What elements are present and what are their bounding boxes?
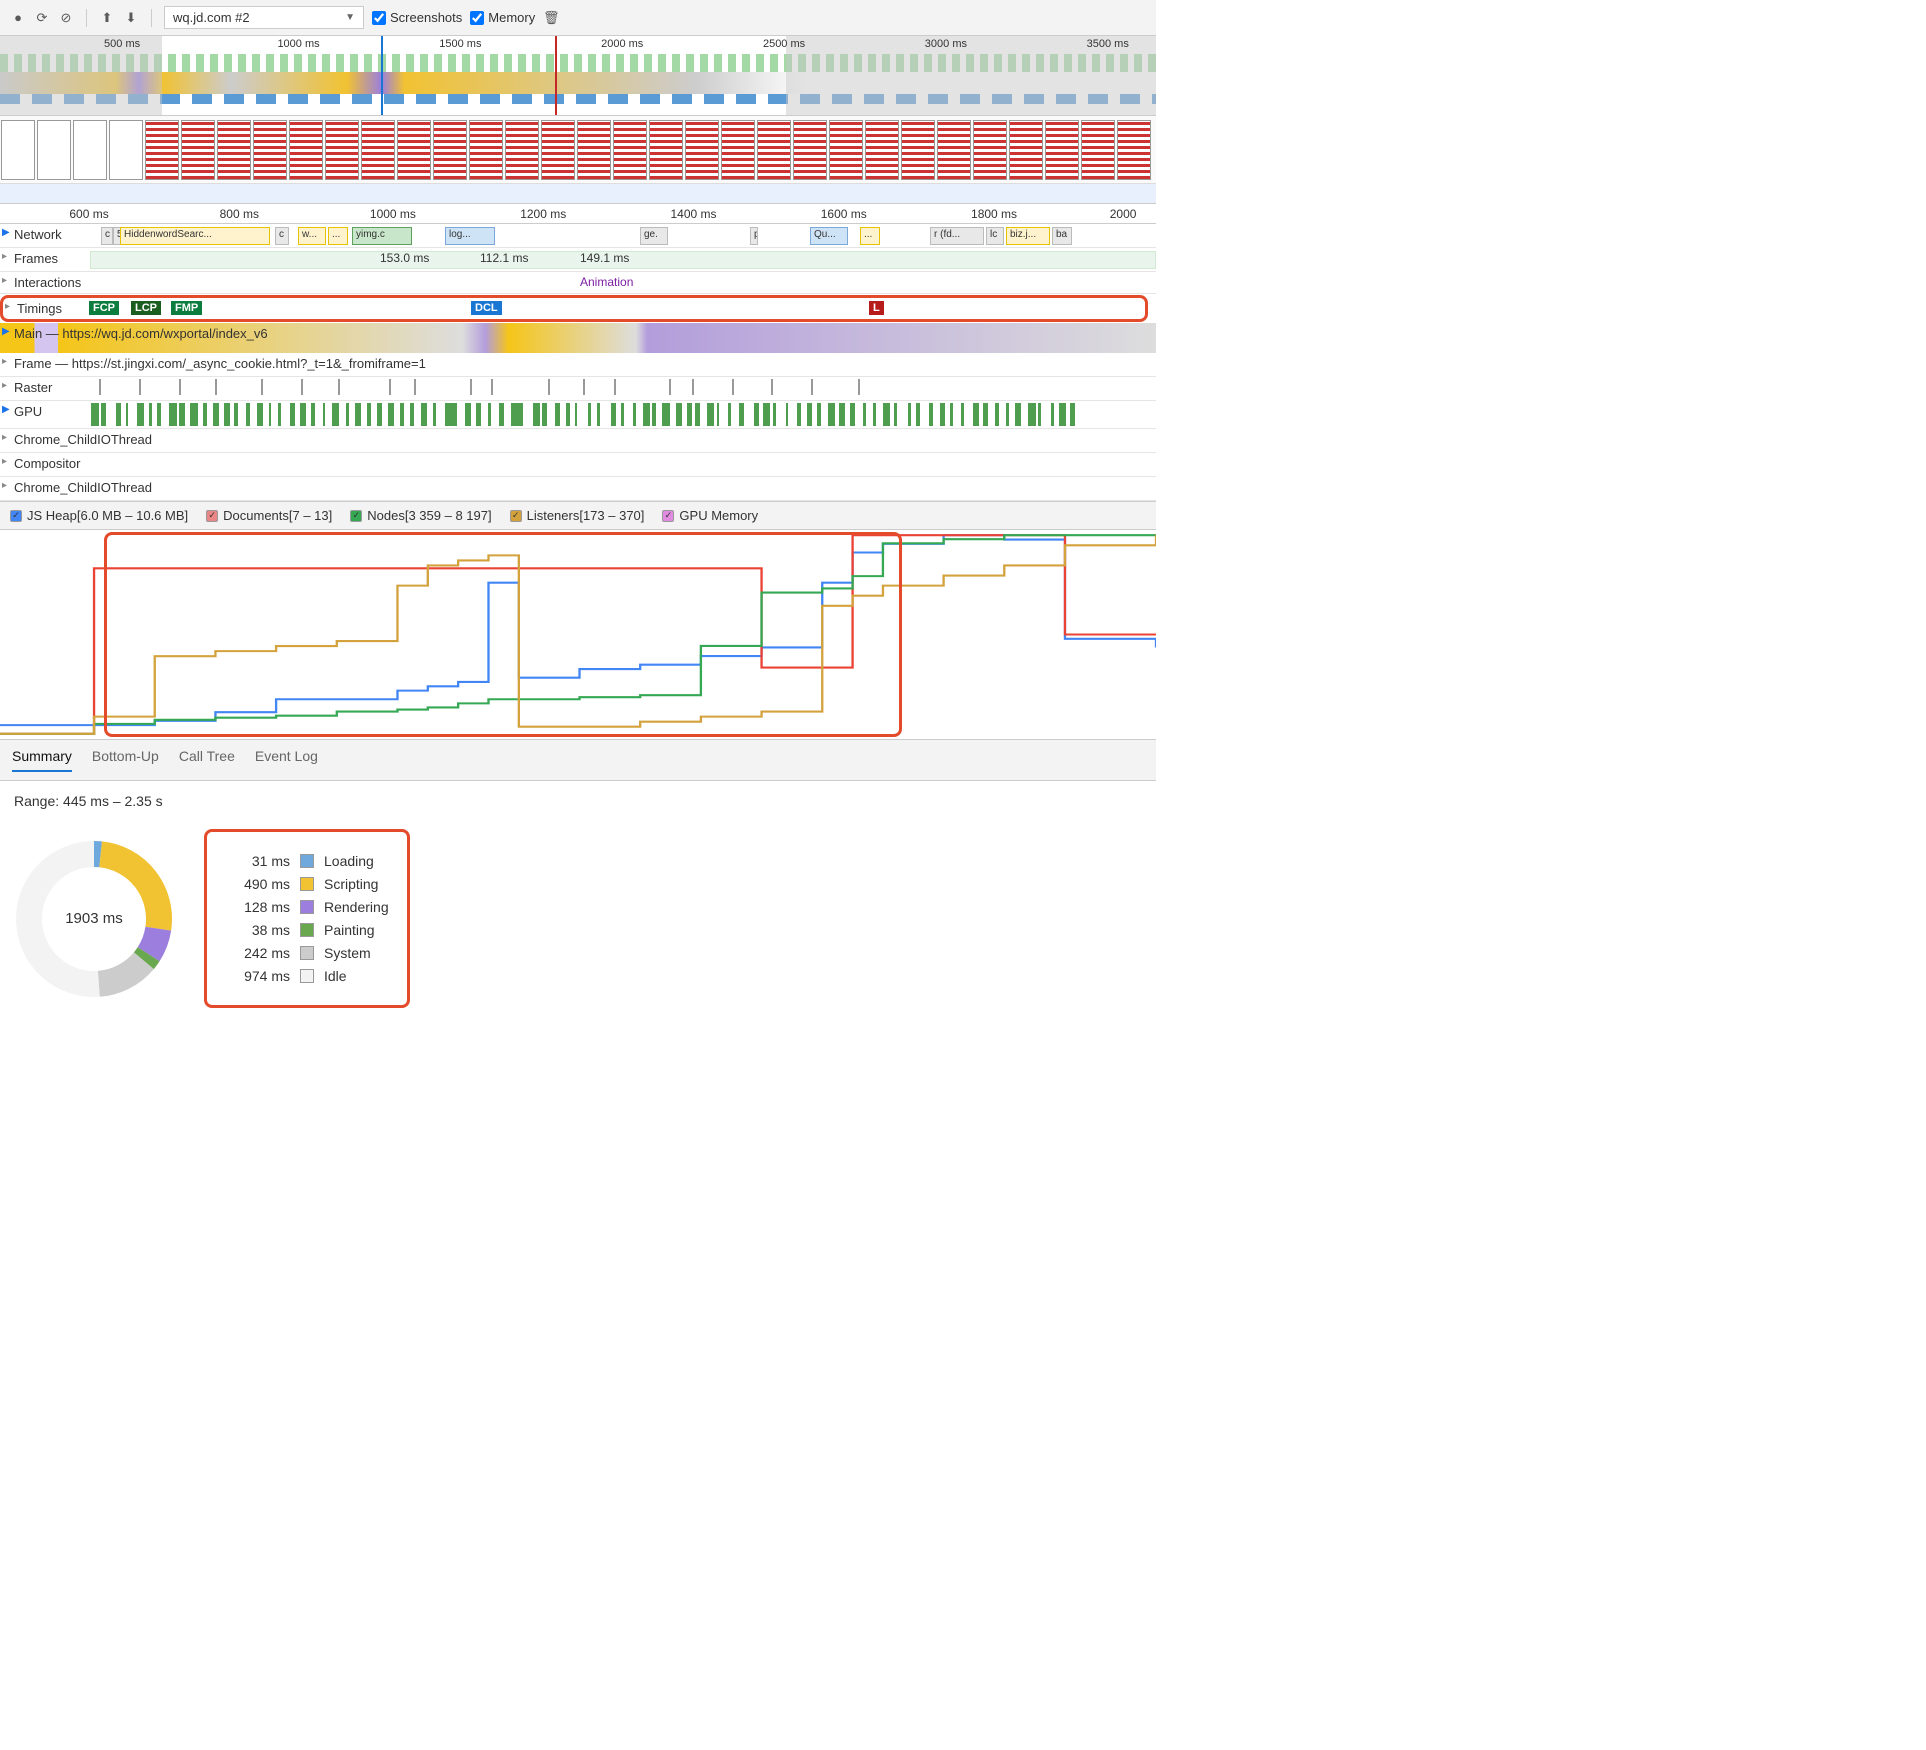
legend-row: 128 msRendering xyxy=(225,899,389,915)
track-childio2[interactable]: Chrome_ChildIOThread xyxy=(0,477,1156,501)
tab-summary[interactable]: Summary xyxy=(12,748,72,772)
donut-total: 1903 ms xyxy=(14,839,174,999)
reload-icon[interactable]: ⟳ xyxy=(34,10,50,26)
track-childio1[interactable]: Chrome_ChildIOThread xyxy=(0,429,1156,453)
network-item[interactable]: ba xyxy=(1052,227,1072,245)
network-item[interactable]: log... xyxy=(445,227,495,245)
network-item[interactable]: w... xyxy=(298,227,326,245)
network-item[interactable]: lc xyxy=(986,227,1004,245)
cpu-strip xyxy=(0,184,1156,204)
record-icon[interactable]: ● xyxy=(10,10,26,26)
download-icon[interactable]: ⬇ xyxy=(123,10,139,26)
range-text: Range: 445 ms – 2.35 s xyxy=(14,793,1142,809)
detail-ruler: 600 ms 800 ms 1000 ms 1200 ms 1400 ms 16… xyxy=(0,204,1156,224)
track-main[interactable]: Main — https://wq.jd.com/wxportal/index_… xyxy=(0,323,1156,353)
legend-row: 38 msPainting xyxy=(225,922,389,938)
screenshot-strip[interactable] xyxy=(0,116,1156,184)
caret-icon: ▼ xyxy=(345,12,355,23)
network-item[interactable]: ... xyxy=(328,227,348,245)
legend-row: 31 msLoading xyxy=(225,853,389,869)
memory-cb-input[interactable] xyxy=(470,11,484,25)
badge-fmp[interactable]: FMP xyxy=(171,301,202,315)
memory-checkbox[interactable]: Memory xyxy=(470,10,535,25)
tab-call-tree[interactable]: Call Tree xyxy=(179,748,235,772)
memory-legend-item[interactable]: ✓Documents[7 – 13] xyxy=(206,508,332,523)
screenshots-checkbox[interactable]: Screenshots xyxy=(372,10,462,25)
memory-legend: ✓JS Heap[6.0 MB – 10.6 MB] ✓Documents[7 –… xyxy=(0,501,1156,530)
memory-annotation-box xyxy=(104,532,902,737)
page-name: wq.jd.com #2 xyxy=(173,10,250,25)
tab-event-log[interactable]: Event Log xyxy=(255,748,318,772)
summary-tabs: Summary Bottom-Up Call Tree Event Log xyxy=(0,740,1156,781)
separator xyxy=(151,9,152,27)
network-item[interactable]: p xyxy=(750,227,758,245)
legend-row: 974 msIdle xyxy=(225,968,389,984)
network-item[interactable]: c xyxy=(275,227,289,245)
trash-icon[interactable]: 🗑 xyxy=(543,10,559,26)
clear-icon[interactable]: ⊘ xyxy=(58,10,74,26)
toolbar: ● ⟳ ⊘ ⬆ ⬇ wq.jd.com #2 ▼ Screenshots Mem… xyxy=(0,0,1156,36)
network-item[interactable]: r (fd... xyxy=(930,227,984,245)
memory-legend-item[interactable]: ✓Nodes[3 359 – 8 197] xyxy=(350,508,491,523)
tab-bottom-up[interactable]: Bottom-Up xyxy=(92,748,159,772)
badge-lcp[interactable]: LCP xyxy=(131,301,161,315)
legend-row: 242 msSystem xyxy=(225,945,389,961)
separator xyxy=(86,9,87,27)
upload-icon[interactable]: ⬆ xyxy=(99,10,115,26)
memory-legend-item[interactable]: ✓GPU Memory xyxy=(662,508,758,523)
overview-ruler: 500 ms 1000 ms 1500 ms 2000 ms 2500 ms 3… xyxy=(0,36,1156,54)
memory-legend-item[interactable]: ✓JS Heap[6.0 MB – 10.6 MB] xyxy=(10,508,188,523)
summary-legend: 31 msLoading 490 msScripting 128 msRenderi… xyxy=(204,829,410,1008)
track-frame-iframe[interactable]: Frame — https://st.jingxi.com/_async_coo… xyxy=(0,353,1156,377)
track-timings[interactable]: Timings FCP LCP FMP DCL L xyxy=(0,295,1148,322)
legend-row: 490 msScripting xyxy=(225,876,389,892)
badge-fcp[interactable]: FCP xyxy=(89,301,119,315)
page-selector[interactable]: wq.jd.com #2 ▼ xyxy=(164,6,364,29)
summary-panel: Range: 445 ms – 2.35 s 1903 ms 31 msLoad… xyxy=(0,781,1156,1020)
track-interactions[interactable]: Interactions Animation xyxy=(0,272,1156,294)
network-item[interactable]: ... xyxy=(860,227,880,245)
badge-l[interactable]: L xyxy=(869,301,884,315)
screenshots-cb-input[interactable] xyxy=(372,11,386,25)
track-frames[interactable]: Frames 153.0 ms112.1 ms149.1 ms xyxy=(0,248,1156,272)
network-item[interactable]: HiddenwordSearc... xyxy=(120,227,270,245)
summary-donut: 1903 ms xyxy=(14,839,174,999)
track-network[interactable]: Network c5HiddenwordSearc...cw......yimg… xyxy=(0,224,1156,248)
badge-dcl[interactable]: DCL xyxy=(471,301,502,315)
network-item[interactable]: ge. xyxy=(640,227,668,245)
network-item[interactable]: c xyxy=(101,227,113,245)
overview-timeline[interactable]: 500 ms 1000 ms 1500 ms 2000 ms 2500 ms 3… xyxy=(0,36,1156,116)
interaction-label: Animation xyxy=(580,275,633,289)
track-compositor[interactable]: Compositor xyxy=(0,453,1156,477)
network-item[interactable]: biz.j... xyxy=(1006,227,1050,245)
network-item[interactable]: Qu... xyxy=(810,227,848,245)
track-gpu[interactable]: GPU xyxy=(0,401,1156,429)
memory-chart[interactable] xyxy=(0,530,1156,740)
network-item[interactable]: yimg.c xyxy=(352,227,412,245)
memory-legend-item[interactable]: ✓Listeners[173 – 370] xyxy=(510,508,645,523)
track-raster[interactable]: Raster xyxy=(0,377,1156,401)
